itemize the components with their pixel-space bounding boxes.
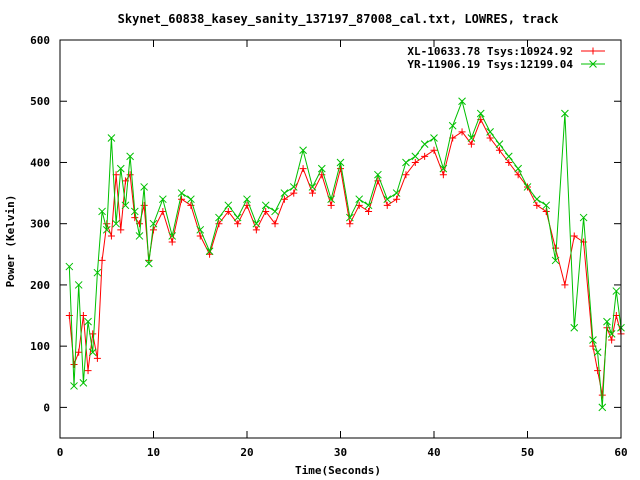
data-point xyxy=(327,195,336,204)
data-point xyxy=(196,225,205,234)
data-point xyxy=(252,226,260,234)
data-point xyxy=(504,152,513,161)
y-axis-label: Power (Kelvin) xyxy=(4,195,17,288)
data-point xyxy=(486,127,494,136)
data-point xyxy=(243,195,251,204)
data-point xyxy=(75,348,83,356)
data-point xyxy=(107,232,115,240)
data-point xyxy=(476,109,485,118)
data-point xyxy=(561,281,569,289)
data-point xyxy=(346,220,354,228)
data-point xyxy=(327,201,335,209)
data-point xyxy=(299,146,307,155)
data-point xyxy=(84,367,92,375)
data-point xyxy=(365,207,373,215)
data-point xyxy=(271,207,279,216)
y-tick-label: 100 xyxy=(30,340,50,353)
data-point xyxy=(299,165,307,173)
data-point xyxy=(98,256,106,264)
x-tick-label: 10 xyxy=(147,446,160,459)
data-point xyxy=(598,391,606,399)
data-point xyxy=(355,201,363,209)
data-point xyxy=(93,354,101,362)
data-point xyxy=(430,146,438,154)
y-tick-label: 300 xyxy=(30,218,50,231)
series-line xyxy=(68,99,622,408)
data-point xyxy=(439,171,447,179)
chart-title: Skynet_60838_kasey_sanity_137197_87008_c… xyxy=(118,12,559,27)
x-tick-label: 0 xyxy=(57,446,64,459)
plot-frame xyxy=(59,39,622,439)
data-point xyxy=(364,201,373,210)
series-line xyxy=(68,118,622,396)
data-point xyxy=(402,158,410,167)
data-point xyxy=(168,232,177,240)
data-point xyxy=(168,238,176,246)
data-point xyxy=(421,152,429,160)
y-tick-label: 400 xyxy=(30,156,50,169)
chart-figure: Skynet_60838_kasey_sanity_137197_87008_c… xyxy=(0,0,640,480)
data-point xyxy=(187,195,195,204)
data-point xyxy=(533,201,541,209)
axis-ticks: 0 10 20 30 40 50 600100200300400500600 xyxy=(30,34,628,459)
data-point xyxy=(117,226,125,234)
x-tick-label: 60 xyxy=(614,446,627,459)
data-point xyxy=(570,232,578,240)
chart-svg: Skynet_60838_kasey_sanity_137197_87008_c… xyxy=(4,12,628,477)
data-point xyxy=(514,164,523,173)
x-tick-label: 20 xyxy=(240,446,253,459)
series-2 xyxy=(65,97,625,412)
data-point xyxy=(70,361,78,369)
data-point xyxy=(393,195,401,203)
data-point xyxy=(608,336,616,344)
data-point xyxy=(374,170,382,179)
data-point xyxy=(532,195,541,204)
series-layer xyxy=(65,97,625,412)
data-point xyxy=(158,195,167,204)
legend-label: YR-11906.19 Tsys:12199.04 xyxy=(407,58,573,71)
legend: XL-10633.78 Tsys:10924.92YR-11906.19 Tsy… xyxy=(407,45,605,71)
data-point xyxy=(79,312,87,320)
legend-marker xyxy=(589,47,597,55)
data-point xyxy=(233,213,242,222)
data-point xyxy=(430,134,438,142)
data-point xyxy=(458,97,466,106)
data-point xyxy=(178,195,186,203)
data-point xyxy=(355,195,364,204)
data-point xyxy=(317,164,326,173)
data-point xyxy=(215,213,223,222)
x-tick-label: 50 xyxy=(521,446,534,459)
y-tick-label: 600 xyxy=(30,34,50,47)
data-point xyxy=(224,201,233,210)
data-point xyxy=(448,121,457,130)
x-tick-label: 30 xyxy=(334,446,347,459)
data-point xyxy=(411,152,420,161)
data-point xyxy=(308,189,316,197)
data-point xyxy=(542,207,550,215)
data-point xyxy=(420,140,429,148)
y-tick-label: 200 xyxy=(30,279,50,292)
data-point xyxy=(495,140,504,148)
data-point xyxy=(261,201,270,210)
x-axis-label: Time(Seconds) xyxy=(295,464,381,477)
data-point xyxy=(594,367,602,375)
legend-label: XL-10633.78 Tsys:10924.92 xyxy=(407,45,573,58)
data-point xyxy=(280,189,289,197)
x-tick-label: 40 xyxy=(427,446,440,459)
y-tick-label: 500 xyxy=(30,95,50,108)
data-point xyxy=(383,201,391,209)
data-point xyxy=(280,195,288,203)
y-tick-label: 0 xyxy=(43,401,50,414)
data-point xyxy=(290,189,298,197)
